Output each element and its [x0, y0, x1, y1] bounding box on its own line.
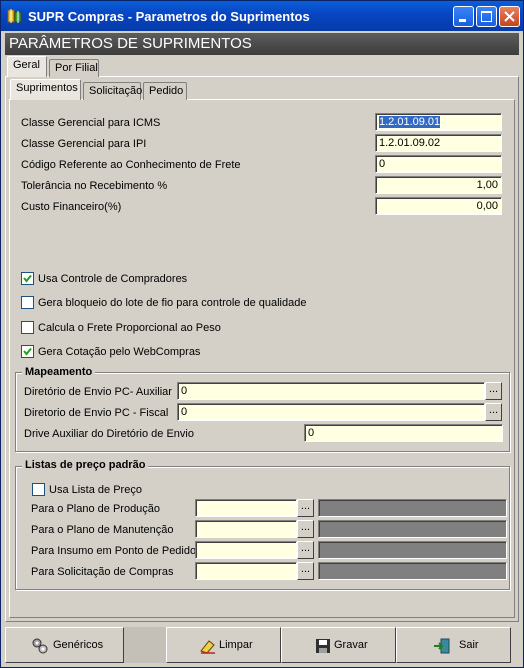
conhecimento-frete-field[interactable]: 0 — [375, 155, 502, 173]
minimize-icon — [459, 19, 466, 22]
classe-icms-field[interactable]: 1.2.01.09.01 — [375, 113, 502, 131]
classe-ipi-field[interactable]: 1.2.01.09.02 — [375, 134, 502, 152]
plano-manutencao-description — [318, 520, 507, 538]
drive-auxiliar-field[interactable]: 0 — [304, 424, 503, 442]
maximize-button[interactable] — [476, 6, 497, 27]
checkbox-label: Usa Controle de Compradores — [38, 273, 188, 285]
checkbox-label: Gera bloqueio do lote de fio para contro… — [38, 297, 307, 309]
diretorio-fiscal-field[interactable]: 0 — [177, 403, 485, 421]
usa-controle-compradores-checkbox[interactable] — [21, 272, 34, 285]
solicitacao-compras-field[interactable] — [195, 562, 297, 580]
checkbox-label: Usa Lista de Preço — [49, 484, 142, 496]
sair-button[interactable]: Sair — [396, 627, 511, 663]
plano-producao-label: Para o Plano de Produção — [31, 503, 161, 515]
browse-button[interactable]: ... — [485, 403, 502, 421]
usa-lista-preco-checkbox[interactable] — [32, 483, 45, 496]
field-label-icms: Classe Gerencial para ICMS — [21, 117, 161, 129]
diretorio-fiscal-label: Diretorio de Envio PC - Fiscal — [24, 407, 169, 419]
solicitacao-compras-description — [318, 562, 507, 580]
field-label-frete: Código Referente ao Conhecimento de Fret… — [21, 159, 241, 171]
gera-bloqueio-checkbox[interactable] — [21, 296, 34, 309]
checkmark-icon — [23, 347, 32, 356]
diretorio-auxiliar-label: Diretório de Envio PC- Auxiliar — [24, 386, 172, 398]
limpar-button[interactable]: Limpar — [166, 627, 281, 663]
page-banner: PARÂMETROS DE SUPRIMENTOS — [5, 33, 519, 55]
drive-auxiliar-label: Drive Auxiliar do Diretório de Envio — [24, 428, 194, 440]
sair-label: Sair — [459, 639, 479, 651]
close-button[interactable] — [499, 6, 520, 27]
gera-cotacao-checkbox[interactable] — [21, 345, 34, 358]
window-title: SUPR Compras - Parametros do Suprimentos — [28, 9, 310, 24]
gears-icon — [32, 638, 48, 654]
calcula-frete-checkbox[interactable] — [21, 321, 34, 334]
tab-suprimentos[interactable]: Suprimentos — [10, 79, 81, 100]
checkmark-icon — [23, 274, 32, 283]
maximize-icon — [481, 11, 492, 22]
browse-button[interactable]: ... — [297, 499, 314, 517]
tab-pedido[interactable]: Pedido — [143, 82, 187, 100]
classe-icms-value: 1.2.01.09.01 — [379, 116, 441, 128]
gravar-button[interactable]: Gravar — [281, 627, 396, 663]
eraser-icon — [200, 640, 215, 654]
plano-producao-description — [318, 499, 507, 517]
close-icon — [504, 11, 515, 22]
field-label-tolerancia: Tolerância no Recebimento % — [21, 180, 168, 192]
tab-solicitacao[interactable]: Solicitação — [83, 82, 142, 100]
field-label-custo: Custo Financeiro(%) — [21, 201, 122, 213]
insumo-ponto-pedido-label: Para Insumo em Ponto de Pedido — [31, 545, 197, 557]
minimize-button[interactable] — [453, 6, 474, 27]
plano-manutencao-field[interactable] — [195, 520, 297, 538]
browse-button[interactable]: ... — [485, 382, 502, 400]
field-label-ipi: Classe Gerencial para IPI — [21, 138, 147, 150]
tab-geral[interactable]: Geral — [7, 56, 47, 77]
gravar-label: Gravar — [334, 639, 368, 651]
insumo-ponto-pedido-description — [318, 541, 507, 559]
listas-title: Listas de preço padrão — [22, 459, 149, 471]
genericos-label: Genéricos — [53, 639, 104, 651]
title-bar[interactable]: SUPR Compras - Parametros do Suprimentos — [1, 1, 523, 31]
plano-manutencao-label: Para o Plano de Manutenção — [31, 524, 174, 536]
main-window: SUPR Compras - Parametros do Suprimentos… — [0, 0, 524, 668]
app-icon — [7, 9, 22, 23]
custo-financeiro-field[interactable]: 0,00 — [375, 197, 502, 215]
browse-button[interactable]: ... — [297, 520, 314, 538]
save-icon — [316, 639, 330, 653]
insumo-ponto-pedido-field[interactable] — [195, 541, 297, 559]
exit-door-icon — [434, 638, 450, 654]
mapeamento-title: Mapeamento — [22, 366, 96, 378]
solicitacao-compras-label: Para Solicitação de Compras — [31, 566, 174, 578]
tab-por-filial[interactable]: Por Filial — [49, 59, 99, 77]
genericos-button[interactable]: Genéricos — [5, 627, 124, 663]
button-spacer — [124, 627, 166, 663]
checkbox-label: Gera Cotação pelo WebCompras — [38, 346, 201, 358]
plano-producao-field[interactable] — [195, 499, 297, 517]
tolerancia-field[interactable]: 1,00 — [375, 176, 502, 194]
checkbox-label: Calcula o Frete Proporcional ao Peso — [38, 322, 221, 334]
limpar-label: Limpar — [219, 639, 253, 651]
browse-button[interactable]: ... — [297, 562, 314, 580]
browse-button[interactable]: ... — [297, 541, 314, 559]
diretorio-auxiliar-field[interactable]: 0 — [177, 382, 485, 400]
